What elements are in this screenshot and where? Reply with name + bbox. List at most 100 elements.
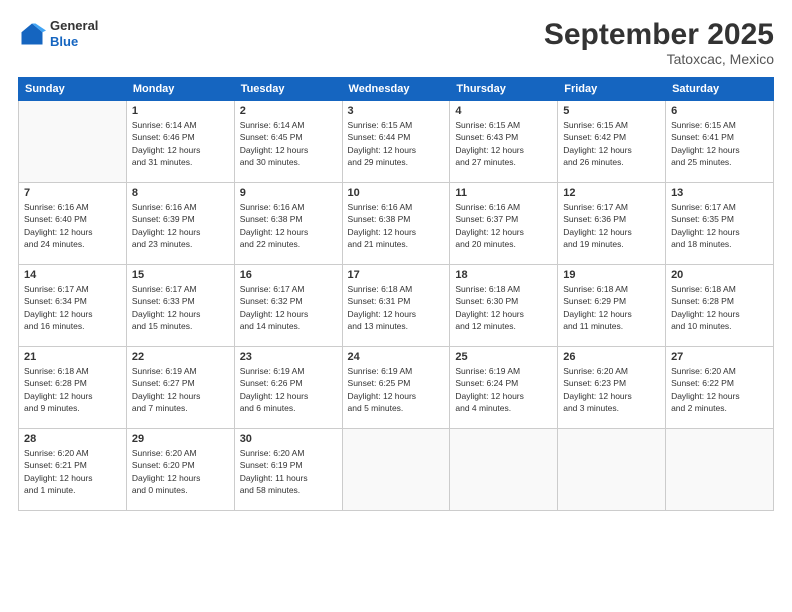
calendar-cell: 6 Sunrise: 6:15 AM Sunset: 6:41 PM Daylig… [666, 101, 774, 183]
calendar-cell: 19 Sunrise: 6:18 AM Sunset: 6:29 PM Dayli… [558, 265, 666, 347]
calendar-cell: 21Sunrise: 6:18 AM Sunset: 6:28 PM Dayli… [19, 347, 127, 429]
day-number: 7 [24, 187, 121, 199]
calendar-cell: 13 Sunrise: 6:17 AM Sunset: 6:35 PM Dayli… [666, 183, 774, 265]
calendar-cell: 22Sunrise: 6:19 AM Sunset: 6:27 PM Dayli… [126, 347, 234, 429]
header-day-monday: Monday [126, 78, 234, 101]
day-info: Sunrise: 6:16 AM Sunset: 6:37 PM Dayligh… [455, 201, 552, 250]
day-number: 10 [348, 187, 445, 199]
calendar-cell: 16Sunrise: 6:17 AM Sunset: 6:32 PM Dayli… [234, 265, 342, 347]
day-info: Sunrise: 6:15 AM Sunset: 6:41 PM Dayligh… [671, 119, 768, 168]
calendar-week-2: 14 Sunrise: 6:17 AM Sunset: 6:34 PM Dayli… [19, 265, 774, 347]
header-day-tuesday: Tuesday [234, 78, 342, 101]
day-info: Sunrise: 6:20 AM Sunset: 6:23 PM Dayligh… [563, 365, 660, 414]
day-info: Sunrise: 6:14 AM Sunset: 6:46 PM Dayligh… [132, 119, 229, 168]
day-info: Sunrise: 6:20 AM Sunset: 6:22 PM Dayligh… [671, 365, 768, 414]
day-number: 6 [671, 105, 768, 117]
day-info: Sunrise: 6:20 AM Sunset: 6:19 PM Dayligh… [240, 447, 337, 496]
calendar-cell [558, 429, 666, 511]
header-day-saturday: Saturday [666, 78, 774, 101]
day-number: 15 [132, 269, 229, 281]
page: General Blue September 2025 Tatoxcac, Me… [0, 0, 792, 612]
day-info: Sunrise: 6:18 AM Sunset: 6:31 PM Dayligh… [348, 283, 445, 332]
day-number: 4 [455, 105, 552, 117]
calendar-cell: 28 Sunrise: 6:20 AM Sunset: 6:21 PM Dayli… [19, 429, 127, 511]
day-info: Sunrise: 6:15 AM Sunset: 6:43 PM Dayligh… [455, 119, 552, 168]
day-info: Sunrise: 6:17 AM Sunset: 6:33 PM Dayligh… [132, 283, 229, 332]
calendar-week-1: 7 Sunrise: 6:16 AM Sunset: 6:40 PM Daylig… [19, 183, 774, 265]
day-info: Sunrise: 6:16 AM Sunset: 6:39 PM Dayligh… [132, 201, 229, 250]
calendar-cell: 5 Sunrise: 6:15 AM Sunset: 6:42 PM Daylig… [558, 101, 666, 183]
day-number: 11 [455, 187, 552, 199]
day-info: Sunrise: 6:19 AM Sunset: 6:24 PM Dayligh… [455, 365, 552, 414]
day-info: Sunrise: 6:16 AM Sunset: 6:38 PM Dayligh… [348, 201, 445, 250]
calendar-cell: 2Sunrise: 6:14 AM Sunset: 6:45 PM Daylig… [234, 101, 342, 183]
calendar-cell: 20Sunrise: 6:18 AM Sunset: 6:28 PM Dayli… [666, 265, 774, 347]
day-number: 12 [563, 187, 660, 199]
day-number: 1 [132, 105, 229, 117]
calendar-cell: 4 Sunrise: 6:15 AM Sunset: 6:43 PM Daylig… [450, 101, 558, 183]
calendar-cell: 29 Sunrise: 6:20 AM Sunset: 6:20 PM Dayli… [126, 429, 234, 511]
calendar-cell: 23 Sunrise: 6:19 AM Sunset: 6:26 PM Dayli… [234, 347, 342, 429]
calendar-cell: 18Sunrise: 6:18 AM Sunset: 6:30 PM Dayli… [450, 265, 558, 347]
calendar-week-3: 21Sunrise: 6:18 AM Sunset: 6:28 PM Dayli… [19, 347, 774, 429]
day-info: Sunrise: 6:20 AM Sunset: 6:20 PM Dayligh… [132, 447, 229, 496]
day-info: Sunrise: 6:19 AM Sunset: 6:26 PM Dayligh… [240, 365, 337, 414]
day-info: Sunrise: 6:17 AM Sunset: 6:35 PM Dayligh… [671, 201, 768, 250]
calendar-cell: 25 Sunrise: 6:19 AM Sunset: 6:24 PM Dayli… [450, 347, 558, 429]
calendar-cell: 12 Sunrise: 6:17 AM Sunset: 6:36 PM Dayli… [558, 183, 666, 265]
day-info: Sunrise: 6:16 AM Sunset: 6:38 PM Dayligh… [240, 201, 337, 250]
calendar-cell: 24 Sunrise: 6:19 AM Sunset: 6:25 PM Dayli… [342, 347, 450, 429]
day-number: 20 [671, 269, 768, 281]
day-number: 29 [132, 433, 229, 445]
day-info: Sunrise: 6:20 AM Sunset: 6:21 PM Dayligh… [24, 447, 121, 496]
calendar-cell: 1 Sunrise: 6:14 AM Sunset: 6:46 PM Daylig… [126, 101, 234, 183]
calendar-cell: 26 Sunrise: 6:20 AM Sunset: 6:23 PM Dayli… [558, 347, 666, 429]
calendar-week-4: 28 Sunrise: 6:20 AM Sunset: 6:21 PM Dayli… [19, 429, 774, 511]
day-info: Sunrise: 6:15 AM Sunset: 6:42 PM Dayligh… [563, 119, 660, 168]
day-info: Sunrise: 6:19 AM Sunset: 6:25 PM Dayligh… [348, 365, 445, 414]
day-info: Sunrise: 6:17 AM Sunset: 6:34 PM Dayligh… [24, 283, 121, 332]
calendar-cell: 17 Sunrise: 6:18 AM Sunset: 6:31 PM Dayli… [342, 265, 450, 347]
calendar-cell: 8 Sunrise: 6:16 AM Sunset: 6:39 PM Daylig… [126, 183, 234, 265]
day-number: 25 [455, 351, 552, 363]
calendar-cell [342, 429, 450, 511]
day-info: Sunrise: 6:17 AM Sunset: 6:36 PM Dayligh… [563, 201, 660, 250]
calendar-week-0: 1 Sunrise: 6:14 AM Sunset: 6:46 PM Daylig… [19, 101, 774, 183]
calendar-cell: 11 Sunrise: 6:16 AM Sunset: 6:37 PM Dayli… [450, 183, 558, 265]
calendar-cell [666, 429, 774, 511]
day-number: 14 [24, 269, 121, 281]
calendar-cell: 9 Sunrise: 6:16 AM Sunset: 6:38 PM Daylig… [234, 183, 342, 265]
logo-text: General Blue [50, 18, 98, 49]
calendar-cell: 27Sunrise: 6:20 AM Sunset: 6:22 PM Dayli… [666, 347, 774, 429]
calendar-cell: 3Sunrise: 6:15 AM Sunset: 6:44 PM Daylig… [342, 101, 450, 183]
calendar: SundayMondayTuesdayWednesdayThursdayFrid… [18, 77, 774, 511]
day-info: Sunrise: 6:14 AM Sunset: 6:45 PM Dayligh… [240, 119, 337, 168]
day-number: 19 [563, 269, 660, 281]
day-number: 13 [671, 187, 768, 199]
calendar-header-row: SundayMondayTuesdayWednesdayThursdayFrid… [19, 78, 774, 101]
calendar-cell [19, 101, 127, 183]
day-info: Sunrise: 6:15 AM Sunset: 6:44 PM Dayligh… [348, 119, 445, 168]
calendar-cell: 14 Sunrise: 6:17 AM Sunset: 6:34 PM Dayli… [19, 265, 127, 347]
header-day-wednesday: Wednesday [342, 78, 450, 101]
day-info: Sunrise: 6:16 AM Sunset: 6:40 PM Dayligh… [24, 201, 121, 250]
calendar-cell: 15 Sunrise: 6:17 AM Sunset: 6:33 PM Dayli… [126, 265, 234, 347]
subtitle: Tatoxcac, Mexico [544, 51, 774, 67]
day-number: 24 [348, 351, 445, 363]
day-number: 23 [240, 351, 337, 363]
month-title: September 2025 [544, 18, 774, 51]
logo: General Blue [18, 18, 98, 49]
day-number: 17 [348, 269, 445, 281]
day-info: Sunrise: 6:18 AM Sunset: 6:30 PM Dayligh… [455, 283, 552, 332]
day-number: 8 [132, 187, 229, 199]
day-number: 26 [563, 351, 660, 363]
calendar-cell [450, 429, 558, 511]
day-info: Sunrise: 6:18 AM Sunset: 6:29 PM Dayligh… [563, 283, 660, 332]
header: General Blue September 2025 Tatoxcac, Me… [18, 18, 774, 67]
header-day-friday: Friday [558, 78, 666, 101]
day-number: 16 [240, 269, 337, 281]
day-number: 28 [24, 433, 121, 445]
day-info: Sunrise: 6:19 AM Sunset: 6:27 PM Dayligh… [132, 365, 229, 414]
day-number: 9 [240, 187, 337, 199]
day-number: 5 [563, 105, 660, 117]
